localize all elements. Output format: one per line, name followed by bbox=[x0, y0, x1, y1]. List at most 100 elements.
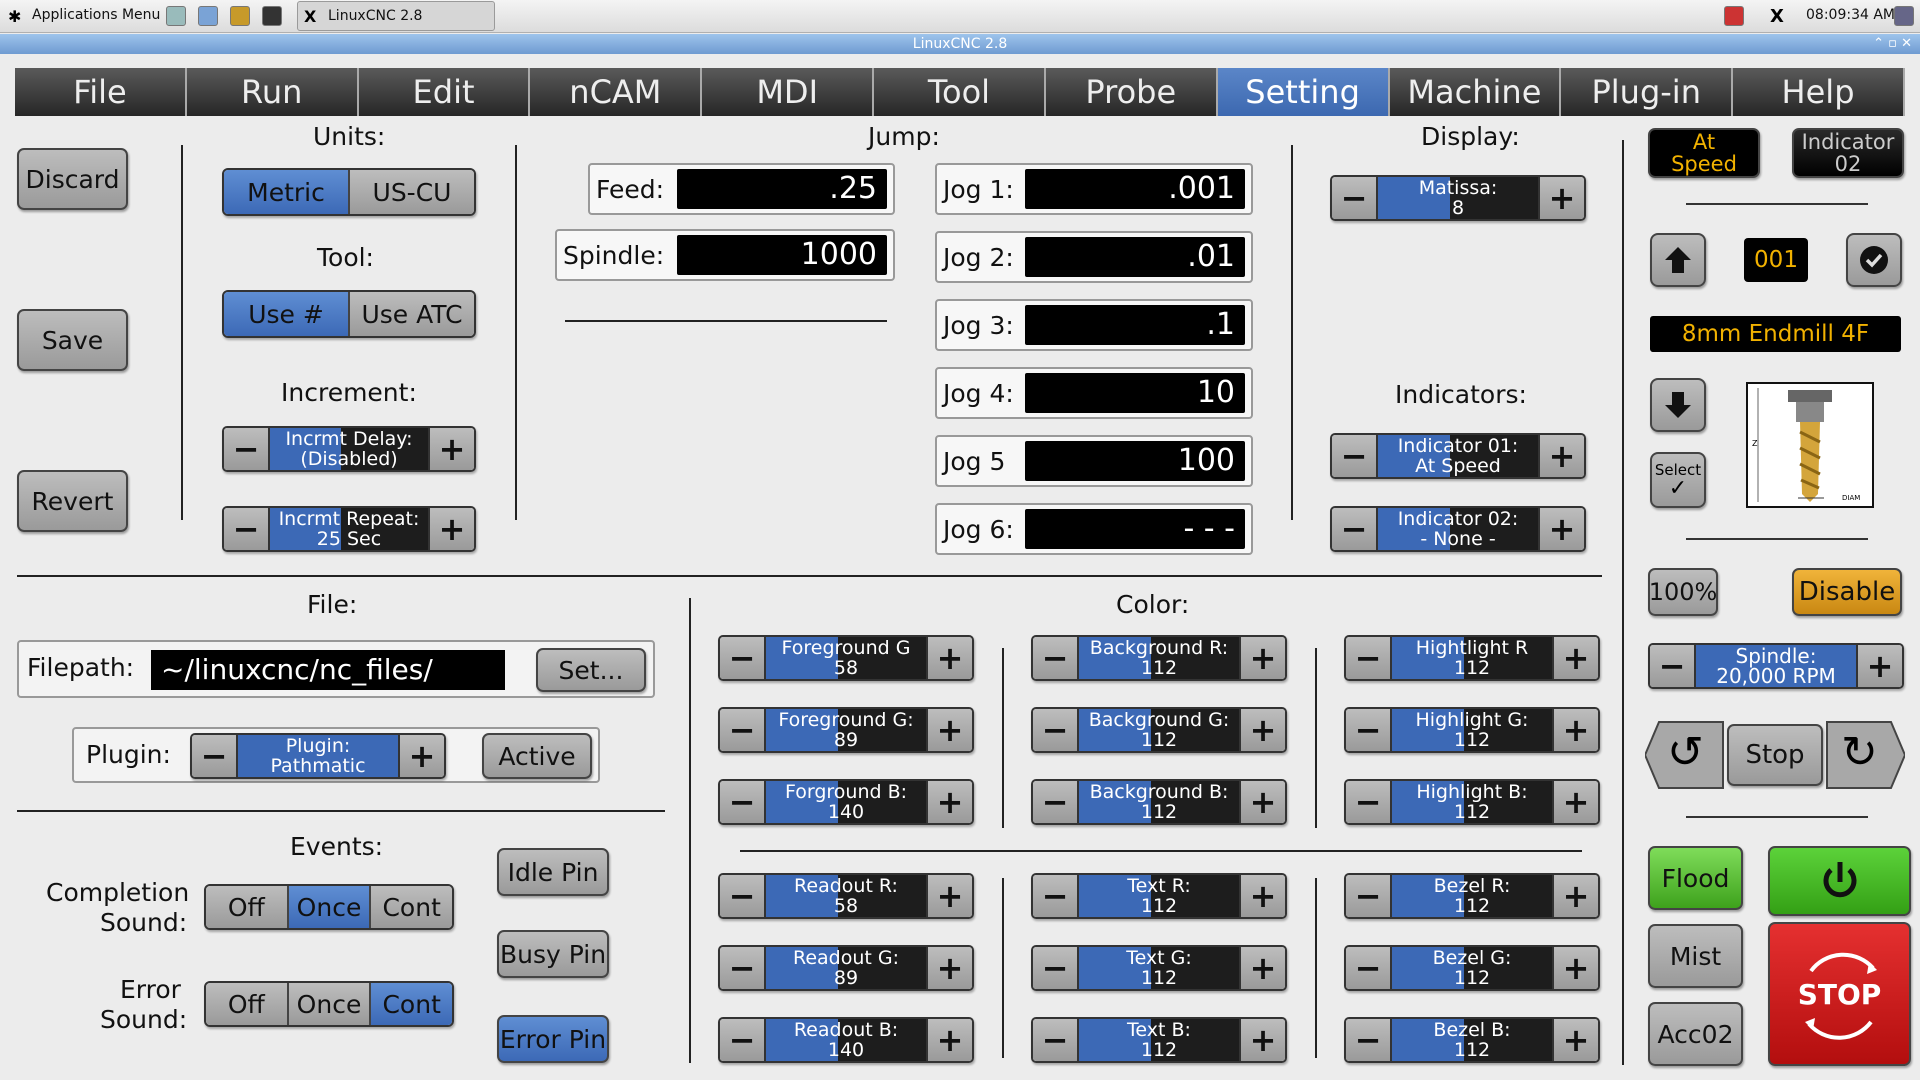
workspace-icon[interactable] bbox=[166, 6, 186, 26]
tool-confirm-button[interactable] bbox=[1846, 233, 1902, 287]
off-button[interactable]: Off bbox=[206, 983, 289, 1025]
increment-button[interactable]: + bbox=[1554, 947, 1598, 989]
jog-1-field[interactable]: Jog 1: .001 bbox=[935, 163, 1253, 215]
use-atc-button[interactable]: Use ATC bbox=[350, 292, 474, 336]
save-button[interactable]: Save bbox=[17, 309, 128, 371]
decrement-button[interactable]: − bbox=[1033, 875, 1077, 917]
decrement-button[interactable]: − bbox=[1346, 781, 1390, 823]
decrement-button[interactable]: − bbox=[1332, 508, 1376, 550]
decrement-button[interactable]: − bbox=[1033, 709, 1077, 751]
menu-ncam[interactable]: nCAM bbox=[530, 68, 703, 116]
menu-mdi[interactable]: MDI bbox=[702, 68, 875, 116]
decrement-button[interactable]: − bbox=[1346, 1019, 1390, 1061]
increment-button[interactable]: + bbox=[1241, 781, 1285, 823]
menu-tool[interactable]: Tool bbox=[874, 68, 1046, 116]
increment-button[interactable]: + bbox=[1554, 781, 1598, 823]
increment-button[interactable]: + bbox=[1858, 645, 1902, 687]
decrement-button[interactable]: − bbox=[720, 875, 764, 917]
once-button[interactable]: Once bbox=[288, 886, 372, 928]
tool-up-button[interactable] bbox=[1650, 233, 1706, 287]
increment-button[interactable]: + bbox=[1554, 1019, 1598, 1061]
menu-setting[interactable]: Setting bbox=[1217, 68, 1390, 116]
decrement-button[interactable]: − bbox=[720, 781, 764, 823]
increment-button[interactable]: + bbox=[928, 875, 972, 917]
decrement-button[interactable]: − bbox=[224, 428, 268, 470]
menu-file[interactable]: File bbox=[15, 68, 187, 116]
increment-button[interactable]: + bbox=[400, 735, 444, 777]
task-linuxcnc[interactable]: X LinuxCNC 2.8 bbox=[297, 1, 495, 31]
decrement-button[interactable]: − bbox=[1033, 947, 1077, 989]
active-button[interactable]: Active bbox=[482, 733, 592, 779]
increment-button[interactable]: + bbox=[1554, 709, 1598, 751]
increment-button[interactable]: + bbox=[1241, 637, 1285, 679]
network-icon[interactable] bbox=[1894, 6, 1914, 26]
cont-button[interactable]: Cont bbox=[371, 983, 452, 1025]
spindle-stop-button[interactable]: Stop bbox=[1727, 724, 1823, 786]
jog-3-field[interactable]: Jog 3: .1 bbox=[935, 299, 1253, 351]
increment-button[interactable]: + bbox=[1540, 177, 1584, 219]
feed-field[interactable]: Feed: .25 bbox=[588, 163, 895, 215]
spindle-cw-icon[interactable]: ↻ bbox=[1841, 728, 1878, 778]
metric-button[interactable]: Metric bbox=[224, 170, 350, 214]
decrement-button[interactable]: − bbox=[720, 637, 764, 679]
jog-5-field[interactable]: Jog 5 100 bbox=[935, 435, 1253, 487]
set-button[interactable]: Set... bbox=[536, 648, 646, 692]
once-button[interactable]: Once bbox=[288, 983, 372, 1025]
window-controls[interactable]: ⌃ ▫ ✕ bbox=[1873, 34, 1912, 54]
override-100-button[interactable]: 100% bbox=[1648, 568, 1718, 616]
increment-button[interactable]: + bbox=[928, 1019, 972, 1061]
jog-4-field[interactable]: Jog 4: 10 bbox=[935, 367, 1253, 419]
decrement-button[interactable]: − bbox=[1033, 1019, 1077, 1061]
menu-plug-in[interactable]: Plug-in bbox=[1561, 68, 1734, 116]
increment-button[interactable]: + bbox=[1241, 1019, 1285, 1061]
estop-button[interactable]: STOP bbox=[1768, 922, 1911, 1066]
increment-button[interactable]: + bbox=[1241, 947, 1285, 989]
menu-edit[interactable]: Edit bbox=[358, 68, 531, 116]
busy-pin-button[interactable]: Busy Pin bbox=[497, 930, 609, 978]
menu-help[interactable]: Help bbox=[1733, 68, 1905, 116]
decrement-button[interactable]: − bbox=[1332, 435, 1376, 477]
error-pin-button[interactable]: Error Pin bbox=[497, 1015, 609, 1063]
decrement-button[interactable]: − bbox=[720, 1019, 764, 1061]
tool-down-button[interactable] bbox=[1650, 378, 1706, 432]
increment-button[interactable]: + bbox=[1540, 508, 1584, 550]
filepath-input[interactable]: ~/linuxcnc/nc_files/ bbox=[151, 650, 505, 690]
menu-run[interactable]: Run bbox=[186, 68, 359, 116]
applications-menu-icon[interactable]: ✱ bbox=[8, 7, 21, 26]
power-manager-icon[interactable] bbox=[1724, 6, 1744, 26]
select-button[interactable]: Select ✓ bbox=[1650, 452, 1706, 508]
decrement-button[interactable]: − bbox=[1332, 177, 1376, 219]
increment-button[interactable]: + bbox=[1241, 875, 1285, 917]
increment-button[interactable]: + bbox=[928, 709, 972, 751]
off-button[interactable]: Off bbox=[206, 886, 289, 928]
spindle-ccw-icon[interactable]: ↺ bbox=[1667, 728, 1704, 778]
spindle-field[interactable]: Spindle: 1000 bbox=[555, 229, 895, 281]
applications-menu[interactable]: Applications Menu bbox=[32, 7, 160, 23]
idle-pin-button[interactable]: Idle Pin bbox=[497, 848, 609, 896]
decrement-button[interactable]: − bbox=[1346, 947, 1390, 989]
decrement-button[interactable]: − bbox=[1346, 637, 1390, 679]
decrement-button[interactable]: − bbox=[1650, 645, 1694, 687]
decrement-button[interactable]: − bbox=[1346, 709, 1390, 751]
decrement-button[interactable]: − bbox=[1033, 781, 1077, 823]
terminal-icon[interactable] bbox=[262, 6, 282, 26]
discard-button[interactable]: Discard bbox=[17, 148, 128, 210]
uscu-button[interactable]: US-CU bbox=[350, 170, 474, 214]
increment-button[interactable]: + bbox=[430, 508, 474, 550]
notes-icon[interactable] bbox=[230, 6, 250, 26]
cont-button[interactable]: Cont bbox=[371, 886, 452, 928]
increment-button[interactable]: + bbox=[1241, 709, 1285, 751]
increment-button[interactable]: + bbox=[430, 428, 474, 470]
flood-button[interactable]: Flood bbox=[1648, 846, 1743, 910]
use-num-button[interactable]: Use # bbox=[224, 292, 350, 336]
increment-button[interactable]: + bbox=[928, 637, 972, 679]
machine-power-button[interactable] bbox=[1768, 846, 1911, 916]
mist-button[interactable]: Mist bbox=[1648, 924, 1743, 988]
folder-icon[interactable] bbox=[198, 6, 218, 26]
jog-6-field[interactable]: Jog 6: - - - bbox=[935, 503, 1253, 555]
increment-button[interactable]: + bbox=[928, 947, 972, 989]
increment-button[interactable]: + bbox=[1554, 637, 1598, 679]
decrement-button[interactable]: − bbox=[720, 709, 764, 751]
jog-2-field[interactable]: Jog 2: .01 bbox=[935, 231, 1253, 283]
revert-button[interactable]: Revert bbox=[17, 470, 128, 532]
